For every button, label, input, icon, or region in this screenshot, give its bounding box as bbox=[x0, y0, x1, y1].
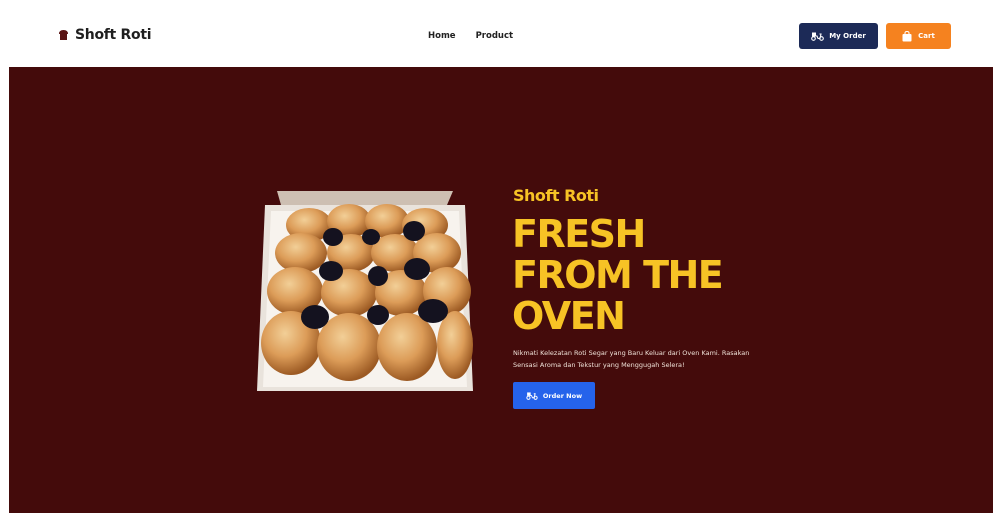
delivery-scooter-icon bbox=[526, 391, 538, 400]
hero-section: Shoft Roti FRESH FROM THE OVEN Nikmati K… bbox=[9, 67, 993, 513]
cart-button[interactable]: Cart bbox=[886, 23, 951, 49]
hero-title-line: FROM THE bbox=[512, 253, 724, 297]
hero-description: Nikmati Kelezatan Roti Segar yang Baru K… bbox=[513, 349, 750, 369]
nav-link-product[interactable]: Product bbox=[476, 31, 514, 41]
brand-logo[interactable]: Shoft Roti bbox=[58, 27, 152, 43]
hero-title: FRESH FROM THE OVEN bbox=[512, 212, 724, 338]
shopping-bag-icon bbox=[902, 30, 912, 41]
brand-name: Shoft Roti bbox=[75, 27, 152, 43]
order-now-button[interactable]: Order Now bbox=[513, 382, 595, 409]
hero-title-line: OVEN bbox=[512, 294, 626, 338]
delivery-scooter-icon bbox=[811, 32, 825, 41]
bread-box-image bbox=[257, 191, 473, 391]
navbar: Shoft Roti Home Product My Order Cart bbox=[0, 0, 993, 67]
bread-icon bbox=[59, 30, 68, 40]
hero-title-line: FRESH bbox=[512, 212, 646, 256]
nav-link-home[interactable]: Home bbox=[428, 31, 456, 41]
hero-subtitle: Shoft Roti bbox=[513, 186, 599, 205]
nav-links: Home Product bbox=[428, 31, 513, 41]
cart-label: Cart bbox=[918, 32, 935, 40]
order-now-label: Order Now bbox=[542, 391, 583, 400]
my-order-button[interactable]: My Order bbox=[799, 23, 878, 49]
my-order-label: My Order bbox=[829, 32, 866, 40]
